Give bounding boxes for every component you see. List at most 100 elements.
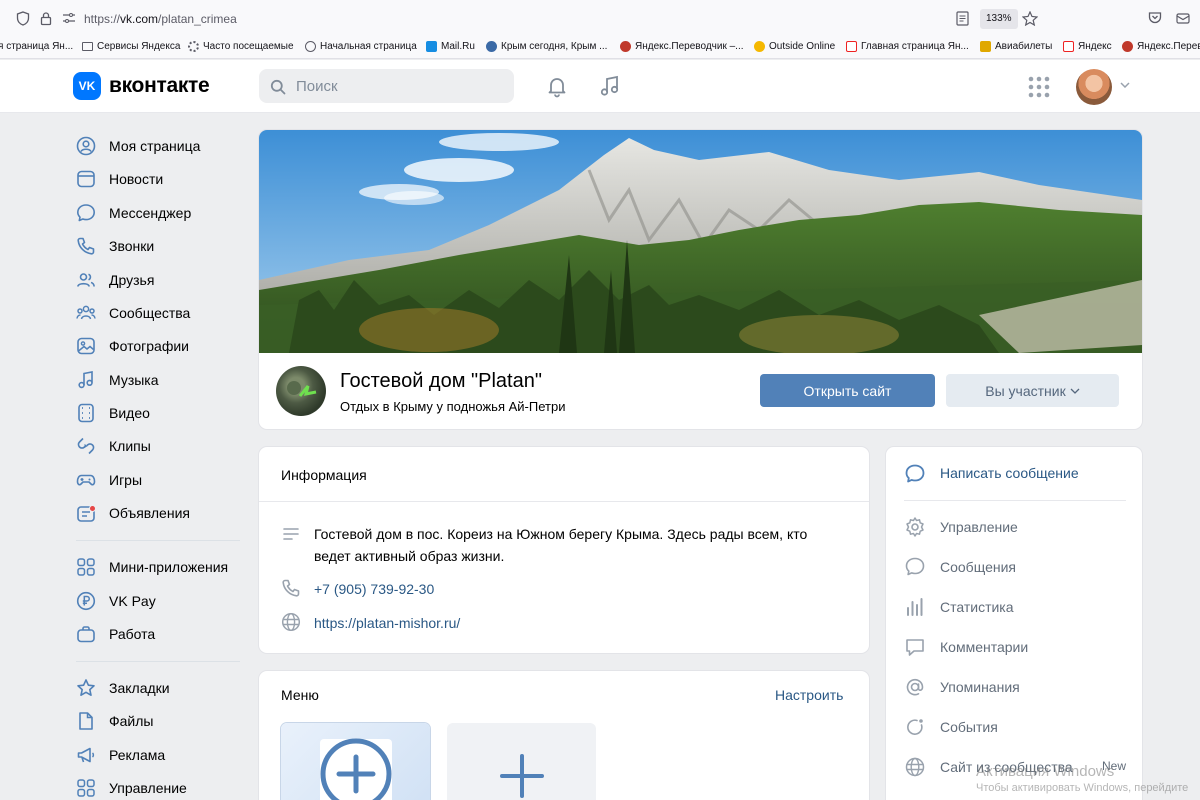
bookmark-item[interactable]: Часто посещаемые: [188, 41, 294, 52]
message-icon: [904, 463, 926, 485]
url-prefix: https://: [84, 12, 121, 26]
bookmark-item[interactable]: Яндекс: [1063, 41, 1112, 52]
pocket-icon[interactable]: [1148, 11, 1162, 25]
nav-advertising[interactable]: Реклама: [76, 739, 246, 771]
nav-vk-pay[interactable]: VK Pay: [76, 585, 246, 617]
bookmark-item[interactable]: Яндекс.Перевод: [1122, 41, 1200, 52]
nav-my-page[interactable]: Моя страница: [76, 130, 246, 162]
bookmark-item[interactable]: Начальная страница: [305, 41, 417, 52]
nav-jobs[interactable]: Работа: [76, 618, 246, 650]
reader-view-icon[interactable]: [956, 11, 969, 26]
music-icon: [76, 370, 96, 390]
nav-clips[interactable]: Клипы: [76, 430, 246, 462]
zoom-level[interactable]: 133%: [980, 9, 1018, 29]
photo-icon: [76, 336, 96, 356]
add-circle-icon: [319, 737, 393, 800]
member-button-label: Вы участник: [985, 382, 1066, 399]
menu-tile[interactable]: [281, 723, 430, 800]
group-cover-card: Гостевой дом "Platan" Отдых в Крыму у по…: [259, 130, 1142, 429]
crimea-icon: [486, 41, 497, 52]
file-icon: [76, 711, 96, 731]
phone-icon: [281, 578, 301, 598]
extension-icon[interactable]: [1176, 11, 1192, 25]
bookmark-item[interactable]: Авиабилеты: [980, 41, 1052, 52]
phone-icon: [76, 236, 96, 256]
action-comments[interactable]: Комментарии: [904, 636, 1134, 660]
translate-icon: [620, 41, 631, 52]
globe-icon: [305, 41, 316, 52]
music-icon[interactable]: [598, 74, 622, 98]
notification-dot: [89, 505, 96, 512]
nav-photos[interactable]: Фотографии: [76, 330, 246, 362]
chevron-down-icon[interactable]: [1120, 82, 1130, 88]
nav-divider: [76, 661, 240, 662]
bookmark-item[interactable]: Яндекс.Переводчик –...: [620, 41, 744, 52]
add-menu-item-button[interactable]: [447, 723, 596, 800]
search-input[interactable]: Поиск: [259, 69, 514, 103]
grid-icon: [76, 778, 96, 798]
menu-configure-link[interactable]: Настроить: [775, 687, 843, 703]
watermark-title: Активация Windows: [976, 763, 1115, 780]
shield-icon[interactable]: [16, 11, 30, 26]
actions-divider: [904, 500, 1126, 501]
browser-url-bar: https://vk.com/platan_crimea 133%: [0, 0, 1200, 37]
nav-video[interactable]: Видео: [76, 397, 246, 429]
action-messages[interactable]: Сообщения: [904, 556, 1134, 580]
message-icon: [904, 556, 926, 578]
url-path: /platan_crimea: [158, 12, 237, 26]
services-grid-icon[interactable]: [1028, 76, 1050, 98]
briefcase-icon: [76, 624, 96, 644]
bookmark-item[interactable]: Mail.Ru: [426, 41, 475, 52]
action-mentions[interactable]: Упоминания: [904, 676, 1134, 700]
friends-icon: [76, 270, 96, 290]
write-message-button[interactable]: Написать сообщение: [904, 463, 1134, 485]
group-avatar[interactable]: [276, 366, 326, 416]
bookmark-star-icon[interactable]: [1022, 11, 1038, 26]
action-management[interactable]: Управление: [904, 516, 1134, 540]
lock-icon[interactable]: [40, 11, 52, 26]
nav-ads[interactable]: Объявления: [76, 497, 246, 529]
stats-icon: [904, 596, 926, 618]
nav-management[interactable]: Управление: [76, 772, 246, 800]
page-settings-icon[interactable]: [62, 11, 76, 25]
cover-image: [259, 130, 1142, 353]
nav-messenger[interactable]: Мессенджер: [76, 197, 246, 229]
event-icon: [904, 716, 926, 738]
bookmark-item[interactable]: Сервисы Яндекса: [82, 41, 180, 52]
nav-files[interactable]: Файлы: [76, 705, 246, 737]
menu-title: Меню: [281, 687, 319, 703]
yandex-icon: [1063, 41, 1074, 52]
info-divider: [259, 501, 869, 502]
apps-icon: [76, 557, 96, 577]
action-events[interactable]: События: [904, 716, 1134, 740]
mailru-icon: [426, 41, 437, 52]
nav-communities[interactable]: Сообщества: [76, 297, 246, 329]
url-field[interactable]: https://vk.com/platan_crimea: [84, 12, 237, 26]
url-host: vk.com: [120, 12, 159, 26]
vk-logo-icon: VK: [73, 72, 101, 100]
website-link[interactable]: https://platan-mishor.ru/: [314, 615, 460, 631]
nav-bookmarks[interactable]: Закладки: [76, 672, 246, 704]
bookmark-item[interactable]: Главная страница Ян...: [846, 41, 969, 52]
nav-mini-apps[interactable]: Мини-приложения: [76, 551, 246, 583]
action-statistics[interactable]: Статистика: [904, 596, 1134, 620]
phone-link[interactable]: +7 (905) 739-92-30: [314, 581, 434, 597]
group-status: Отдых в Крыму у подножья Ай-Петри: [340, 399, 566, 414]
nav-news[interactable]: Новости: [76, 163, 246, 195]
nav-games[interactable]: Игры: [76, 464, 246, 496]
nav-friends[interactable]: Друзья: [76, 264, 246, 296]
nav-music[interactable]: Музыка: [76, 364, 246, 396]
bell-icon[interactable]: [545, 74, 569, 98]
member-button[interactable]: Вы участник: [946, 374, 1119, 407]
user-avatar[interactable]: [1076, 69, 1112, 105]
translate-icon: [1122, 41, 1133, 52]
ruble-icon: [76, 591, 96, 611]
vk-logo[interactable]: VK вконтакте: [73, 72, 210, 100]
bookmark-item[interactable]: Крым сегодня, Крым ...: [486, 41, 607, 52]
info-title: Информация: [281, 467, 367, 483]
nav-calls[interactable]: Звонки: [76, 230, 246, 262]
bookmark-item[interactable]: я страница Ян...: [0, 41, 73, 52]
user-circle-icon: [76, 136, 96, 156]
open-site-button[interactable]: Открыть сайт: [760, 374, 935, 407]
bookmark-item[interactable]: Outside Online: [754, 41, 835, 52]
